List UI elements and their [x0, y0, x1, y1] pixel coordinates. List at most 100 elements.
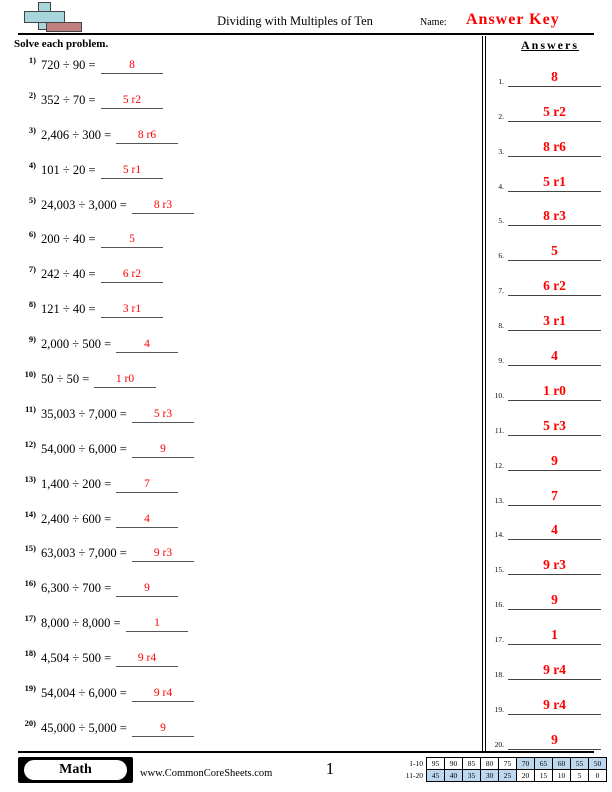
problem-row: 5) 24,003 ÷ 3,000 = 8 r3 — [14, 195, 474, 230]
answer-line[interactable]: 5 r2 — [508, 103, 601, 122]
answer-line[interactable]: 9 — [508, 452, 601, 471]
answer-number: 12. — [494, 460, 504, 470]
problem-expression: 8,000 ÷ 8,000 = — [41, 616, 121, 631]
answer-number: 7. — [498, 286, 504, 296]
grade-scale-row-label: 1-10 — [409, 759, 423, 768]
answer-blank[interactable]: 9 r4 — [116, 651, 178, 668]
answer-value: 5 r2 — [543, 103, 566, 119]
problem-number: 2) — [28, 89, 36, 100]
answer-value: 1 — [551, 627, 558, 643]
answer-value: 7 — [551, 487, 558, 503]
answer-line[interactable]: 4 — [508, 521, 601, 541]
grade-scale-cell: 45 — [426, 769, 445, 782]
answer-line[interactable]: 1 — [508, 626, 601, 646]
answer-line[interactable]: 6 r2 — [508, 277, 601, 297]
problem-row: 17) 8,000 ÷ 8,000 = 1 — [14, 613, 474, 648]
answer-line[interactable]: 8 r6 — [508, 138, 601, 157]
answer-line[interactable]: 9 r4 — [508, 696, 601, 715]
problem-number: 15) — [24, 543, 36, 554]
answer-blank[interactable]: 9 — [132, 721, 194, 737]
answer-line[interactable]: 5 r3 — [508, 417, 601, 436]
answer-line[interactable]: 9 r4 — [508, 661, 601, 681]
problem-answer: 1 r0 — [115, 373, 135, 386]
problem-answer: 5 r2 — [122, 93, 142, 106]
problem-answer: 4 — [144, 338, 150, 351]
answer-line[interactable]: 4 — [508, 347, 601, 367]
answer-line[interactable]: 8 — [508, 68, 601, 87]
answer-number: 5. — [498, 216, 504, 226]
problem-number: 10) — [24, 369, 36, 380]
site-url-text: www.CommonCoreSheets.com — [140, 768, 273, 779]
answer-blank[interactable]: 9 — [116, 581, 178, 598]
answer-blank[interactable]: 4 — [116, 512, 178, 528]
problem-expression: 2,000 ÷ 500 = — [41, 337, 112, 352]
answer-blank[interactable]: 6 r2 — [101, 267, 163, 284]
grade-scale-cell: 95 — [426, 757, 445, 770]
grade-scale-cell: 20 — [516, 769, 535, 782]
problem-row: 14) 2,400 ÷ 600 = 4 — [14, 509, 474, 544]
answer-blank[interactable]: 3 r1 — [101, 302, 163, 319]
answer-blank[interactable]: 5 r3 — [132, 407, 194, 423]
answer-blank[interactable]: 1 r0 — [94, 372, 156, 389]
answer-blank[interactable]: 5 r2 — [101, 93, 163, 109]
problem-number: 18) — [24, 648, 36, 659]
problem-answer: 9 — [160, 442, 166, 455]
problem-expression: 2,400 ÷ 600 = — [41, 511, 112, 526]
answer-line[interactable]: 5 r1 — [508, 173, 601, 192]
grade-scale-cell: 0 — [588, 769, 607, 782]
problem-number: 11) — [25, 403, 36, 414]
answer-row: 4. 5 r1 — [488, 167, 606, 202]
problem-row: 16) 6,300 ÷ 700 = 9 — [14, 578, 474, 613]
answer-line[interactable]: 3 r1 — [508, 312, 601, 332]
answer-line[interactable]: 9 — [508, 731, 601, 750]
header-divider-rule — [18, 33, 594, 35]
problem-row: 3) 2,406 ÷ 300 = 8 r6 — [14, 125, 474, 160]
problem-number: 9) — [28, 334, 36, 345]
answer-value: 4 — [551, 348, 558, 364]
answer-line[interactable]: 9 r3 — [508, 556, 601, 576]
answer-row: 20. 9 — [488, 725, 606, 760]
grade-scale-cell: 10 — [552, 769, 571, 782]
answer-value: 9 — [551, 452, 558, 468]
answer-value: 5 r3 — [543, 417, 566, 433]
answer-blank[interactable]: 8 — [101, 58, 163, 74]
answer-blank[interactable]: 8 r3 — [132, 198, 194, 214]
answer-blank[interactable]: 9 — [132, 442, 194, 458]
grade-scale-cell: 40 — [444, 769, 463, 782]
answers-list: 1. 8 2. 5 r2 3. 8 r6 4. 5 r1 5. 8 r3 6. 5 7. 6 r2 8. 3 … — [488, 62, 606, 760]
answer-value: 4 — [551, 522, 558, 538]
answer-blank[interactable]: 9 r3 — [132, 546, 194, 563]
answer-blank[interactable]: 4 — [116, 337, 178, 354]
answer-blank[interactable]: 5 r1 — [101, 163, 163, 179]
problem-row: 6) 200 ÷ 40 = 5 — [14, 229, 474, 264]
answer-line[interactable]: 8 r3 — [508, 207, 601, 227]
answer-blank[interactable]: 7 — [116, 477, 178, 493]
page-title: Dividing with Multiples of Ten — [217, 14, 373, 28]
grade-scale-cell: 55 — [570, 757, 589, 770]
problem-row: 19) 54,004 ÷ 6,000 = 9 r4 — [14, 683, 474, 718]
instructions-text: Solve each problem. — [14, 38, 109, 50]
grade-scale-row: 1-10 95 90 85 80 75 70 65 60 55 50 — [399, 757, 607, 770]
answer-number: 15. — [494, 565, 504, 575]
grade-scale-cell: 50 — [588, 757, 607, 770]
answer-blank[interactable]: 9 r4 — [132, 686, 194, 703]
answer-blank[interactable]: 1 — [126, 616, 188, 633]
answer-line[interactable]: 5 — [508, 242, 601, 262]
problem-answer: 8 r3 — [153, 198, 173, 211]
logo-red-bar — [46, 22, 82, 32]
answer-value: 5 — [551, 243, 558, 259]
answer-line[interactable]: 7 — [508, 487, 601, 506]
answer-value: 8 r3 — [543, 208, 566, 224]
problem-expression: 54,000 ÷ 6,000 = — [41, 441, 127, 456]
answer-row: 13. 7 — [488, 481, 606, 516]
answer-row: 3. 8 r6 — [488, 132, 606, 167]
answer-blank[interactable]: 5 — [101, 232, 163, 249]
answer-line[interactable]: 1 r0 — [508, 382, 601, 401]
answer-blank[interactable]: 8 r6 — [116, 128, 178, 144]
answer-value: 9 r3 — [543, 557, 566, 573]
grade-scale-cell: 15 — [534, 769, 553, 782]
grade-scale-cell: 35 — [462, 769, 481, 782]
answer-value: 8 r6 — [543, 138, 566, 154]
answer-line[interactable]: 9 — [508, 591, 601, 611]
answer-row: 19. 9 r4 — [488, 690, 606, 725]
